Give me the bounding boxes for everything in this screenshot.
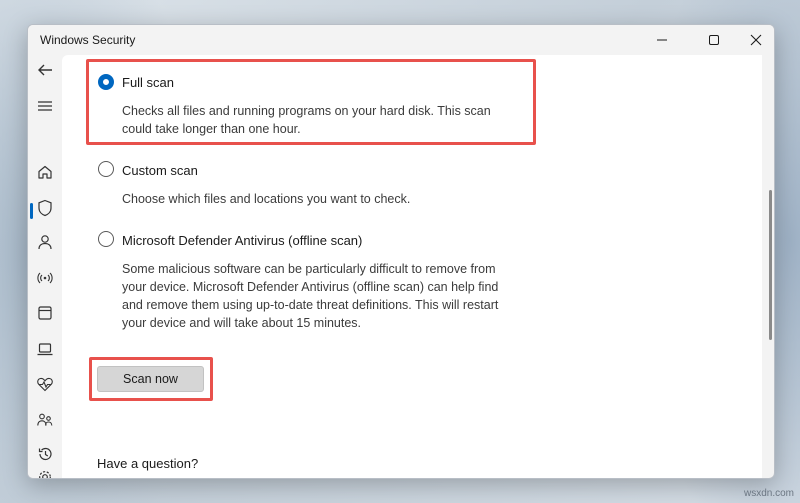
maximize-icon xyxy=(709,35,719,45)
nav-home[interactable] xyxy=(35,162,55,182)
nav-app-browser-control[interactable] xyxy=(35,303,55,323)
custom-scan-description: Choose which files and locations you wan… xyxy=(122,192,411,206)
full-scan-radio[interactable] xyxy=(98,74,114,90)
gear-icon xyxy=(39,471,51,478)
full-scan-description-line-2: could take longer than one hour. xyxy=(122,122,301,136)
nav-virus-protection[interactable] xyxy=(35,198,55,218)
nav-family-options[interactable] xyxy=(35,410,55,430)
have-a-question-heading: Have a question? xyxy=(97,456,199,471)
close-button[interactable] xyxy=(734,25,774,55)
heart-pulse-icon xyxy=(37,377,53,392)
window-title: Windows Security xyxy=(40,33,136,47)
vertical-scrollbar[interactable] xyxy=(769,190,772,340)
nav-settings[interactable] xyxy=(35,467,55,478)
menu-button[interactable] xyxy=(35,96,55,116)
back-button[interactable] xyxy=(35,60,55,80)
custom-scan-label[interactable]: Custom scan xyxy=(122,163,198,178)
laptop-icon xyxy=(37,343,53,356)
close-icon xyxy=(750,34,762,46)
offline-scan-label[interactable]: Microsoft Defender Antivirus (offline sc… xyxy=(122,233,362,248)
offline-scan-description-line-3: and remove them using up-to-date threat … xyxy=(122,298,499,312)
nav-device-performance[interactable] xyxy=(35,374,55,394)
watermark: wsxdn.com xyxy=(744,488,795,499)
offline-scan-description-line-1: Some malicious software can be particula… xyxy=(122,262,496,276)
home-icon xyxy=(38,165,52,179)
nav-firewall-network[interactable] xyxy=(35,268,55,288)
back-arrow-icon xyxy=(38,64,52,76)
history-icon xyxy=(38,447,52,461)
offline-scan-description-line-4: your device and will take about 15 minut… xyxy=(122,316,362,330)
full-scan-description-line-1: Checks all files and running programs on… xyxy=(122,104,491,118)
custom-scan-radio[interactable] xyxy=(98,161,114,177)
minimize-icon xyxy=(657,39,667,41)
title-bar[interactable]: Windows Security xyxy=(28,25,774,55)
nav-device-security[interactable] xyxy=(35,339,55,359)
hamburger-menu-icon xyxy=(38,101,52,111)
family-icon xyxy=(37,413,53,426)
offline-scan-description-line-2: your device. Microsoft Defender Antiviru… xyxy=(122,280,499,294)
minimize-button[interactable] xyxy=(640,25,684,55)
navigation-sidebar xyxy=(28,55,62,478)
shield-icon xyxy=(38,199,52,217)
nav-account-protection[interactable] xyxy=(35,232,55,252)
maximize-button[interactable] xyxy=(692,25,736,55)
offline-scan-radio[interactable] xyxy=(98,231,114,247)
nav-protection-history[interactable] xyxy=(35,444,55,464)
wifi-antenna-icon xyxy=(37,272,53,284)
active-indicator xyxy=(30,203,33,219)
person-icon xyxy=(38,235,52,250)
full-scan-label[interactable]: Full scan xyxy=(122,75,174,90)
scan-now-button[interactable]: Scan now xyxy=(97,366,204,392)
app-browser-icon xyxy=(38,306,52,320)
